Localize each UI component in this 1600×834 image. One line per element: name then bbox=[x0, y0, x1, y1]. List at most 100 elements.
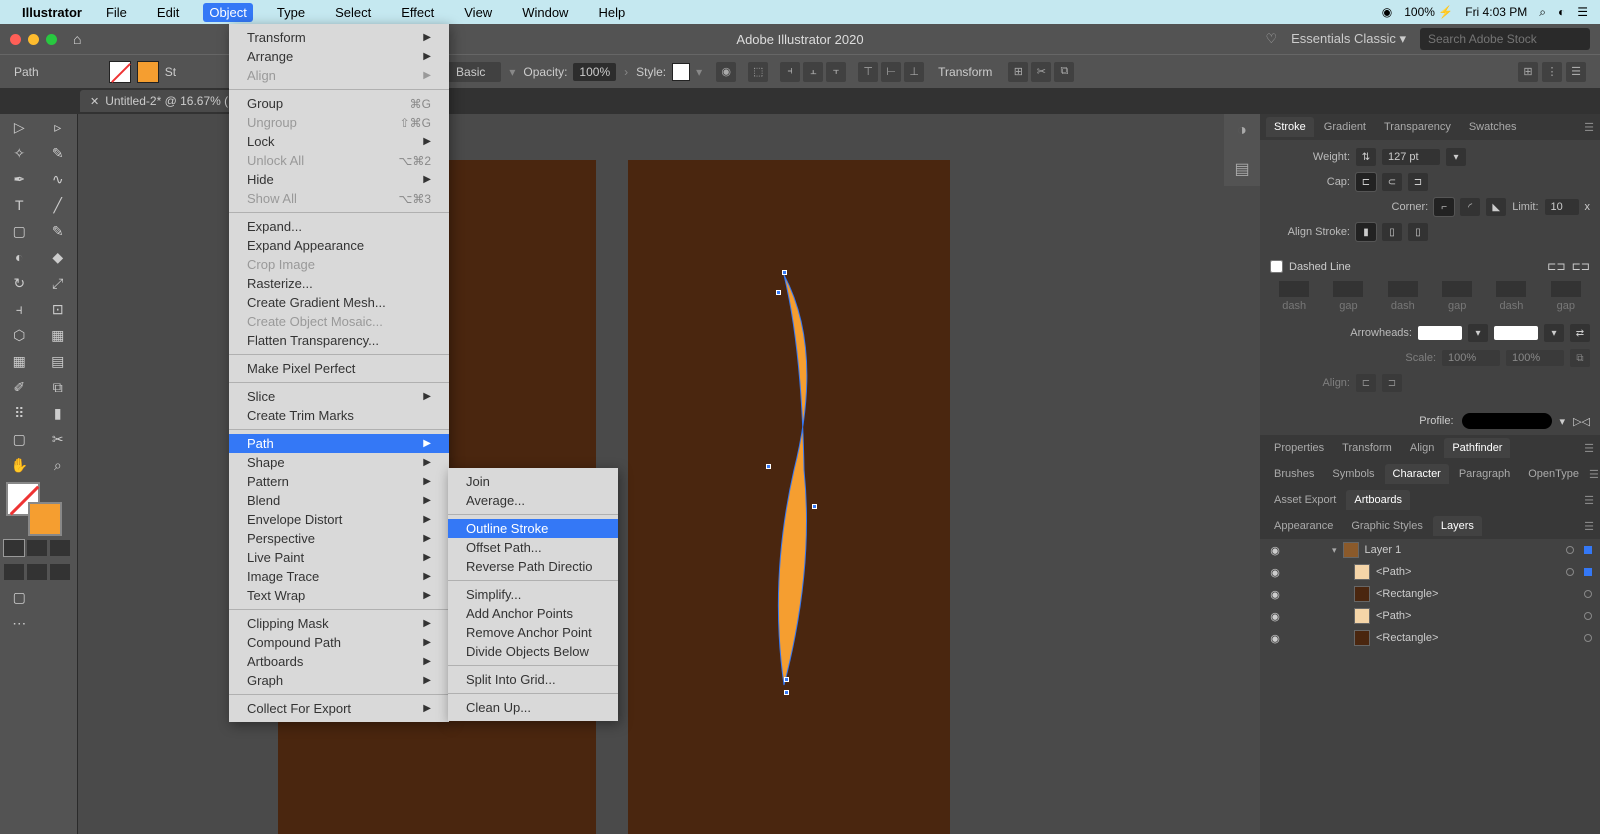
anchor-point[interactable] bbox=[784, 677, 789, 682]
target-icon[interactable] bbox=[1584, 634, 1592, 642]
submenu-item[interactable]: Offset Path... bbox=[448, 538, 618, 557]
gradient-mode[interactable] bbox=[27, 540, 47, 556]
blend-tool[interactable]: ⧉ bbox=[39, 374, 78, 400]
perspective-tool[interactable]: ▦ bbox=[39, 322, 78, 348]
menu-item[interactable]: Group⌘G bbox=[229, 94, 449, 113]
artboard-tool[interactable]: ▢ bbox=[0, 426, 39, 452]
menu-item[interactable]: Make Pixel Perfect bbox=[229, 359, 449, 378]
curvature-tool[interactable]: ∿ bbox=[39, 166, 78, 192]
tab-artboards[interactable]: Artboards bbox=[1346, 490, 1410, 510]
home-icon[interactable]: ⌂ bbox=[73, 31, 81, 47]
menu-item[interactable]: Create Trim Marks bbox=[229, 406, 449, 425]
color-panel-icon[interactable]: ◑ bbox=[1231, 120, 1253, 142]
tab-character[interactable]: Character bbox=[1385, 464, 1449, 484]
align-outside[interactable]: ▯ bbox=[1408, 223, 1428, 241]
submenu-item[interactable]: Reverse Path Directio bbox=[448, 557, 618, 576]
arrange-icon[interactable]: ⧉ bbox=[1054, 62, 1074, 82]
submenu-item[interactable]: Split Into Grid... bbox=[448, 670, 618, 689]
arrow-end[interactable] bbox=[1494, 326, 1538, 340]
valign-bot-icon[interactable]: ⊥ bbox=[904, 62, 924, 82]
close-button[interactable] bbox=[10, 34, 21, 45]
menu-object[interactable]: Object bbox=[203, 3, 253, 22]
expand-icon[interactable]: ▾ bbox=[1332, 545, 1337, 556]
maximize-button[interactable] bbox=[46, 34, 57, 45]
menu-item[interactable]: Graph▶ bbox=[229, 671, 449, 690]
visibility-icon[interactable]: ◉ bbox=[1268, 588, 1282, 601]
shape-builder-tool[interactable]: ⬡ bbox=[0, 322, 39, 348]
color-mode[interactable] bbox=[4, 540, 24, 556]
submenu-item[interactable]: Divide Objects Below bbox=[448, 642, 618, 661]
submenu-item[interactable]: Simplify... bbox=[448, 585, 618, 604]
weight-dropdown[interactable]: ▾ bbox=[1446, 148, 1466, 166]
submenu-item[interactable]: Average... bbox=[448, 491, 618, 510]
shaper-tool[interactable]: ◐ bbox=[0, 244, 39, 270]
dash-align2[interactable]: ⊏⊐ bbox=[1572, 260, 1590, 273]
dash-2[interactable] bbox=[1388, 281, 1418, 297]
magic-wand-tool[interactable]: ✧ bbox=[0, 140, 39, 166]
scale-link[interactable]: ⧉ bbox=[1570, 349, 1590, 367]
align-icon[interactable]: ⬚ bbox=[748, 62, 768, 82]
eyedropper-tool[interactable]: ✐ bbox=[0, 374, 39, 400]
type-tool[interactable]: T bbox=[0, 192, 39, 218]
menu-view[interactable]: View bbox=[458, 3, 498, 22]
visibility-icon[interactable]: ◉ bbox=[1268, 544, 1282, 557]
menu-item[interactable]: Create Gradient Mesh... bbox=[229, 293, 449, 312]
menu-item[interactable]: Rasterize... bbox=[229, 274, 449, 293]
menu-item[interactable]: Compound Path▶ bbox=[229, 633, 449, 652]
isolate-icon[interactable]: ⊞ bbox=[1008, 62, 1028, 82]
visibility-icon[interactable]: ◉ bbox=[1268, 566, 1282, 579]
pen-tool[interactable]: ✒ bbox=[0, 166, 39, 192]
control-center-icon[interactable]: ☰ bbox=[1577, 5, 1588, 19]
lasso-tool[interactable]: ✎ bbox=[39, 140, 78, 166]
menu-item[interactable]: Flatten Transparency... bbox=[229, 331, 449, 350]
halign-center-icon[interactable]: ⫠ bbox=[803, 62, 823, 82]
dashed-line-checkbox[interactable] bbox=[1270, 260, 1283, 273]
halign-right-icon[interactable]: ⫟ bbox=[826, 62, 846, 82]
fill-swatch[interactable] bbox=[109, 61, 131, 83]
selection-tool[interactable]: ▷ bbox=[0, 114, 39, 140]
list-icon[interactable]: ⋮ bbox=[1542, 62, 1562, 82]
arrow-align2[interactable]: ⊐ bbox=[1382, 374, 1402, 392]
menu-item[interactable]: Live Paint▶ bbox=[229, 548, 449, 567]
anchor-point[interactable] bbox=[812, 504, 817, 509]
swatches-panel-icon[interactable]: ▤ bbox=[1231, 158, 1253, 180]
grid-icon[interactable]: ⊞ bbox=[1518, 62, 1538, 82]
layer-name[interactable]: <Rectangle> bbox=[1376, 588, 1438, 600]
brush-basic[interactable]: Basic bbox=[440, 62, 501, 82]
layer-row[interactable]: ◉ <Path> bbox=[1260, 605, 1600, 627]
layer-row[interactable]: ◉ ▾ Layer 1 bbox=[1260, 539, 1600, 561]
tab-pathfinder[interactable]: Pathfinder bbox=[1444, 438, 1510, 458]
layer-row[interactable]: ◉ <Path> bbox=[1260, 561, 1600, 583]
graph-tool[interactable]: ▮ bbox=[39, 400, 78, 426]
tab-align[interactable]: Align bbox=[1402, 438, 1442, 458]
submenu-item[interactable]: Clean Up... bbox=[448, 698, 618, 717]
layer-name[interactable]: <Path> bbox=[1376, 610, 1411, 622]
fill-stroke-swatches[interactable] bbox=[0, 478, 77, 536]
profile-swatch[interactable] bbox=[1462, 413, 1552, 429]
opacity-value[interactable]: 100% bbox=[573, 63, 616, 81]
line-tool[interactable]: ╱ bbox=[39, 192, 78, 218]
gradient-tool[interactable]: ▤ bbox=[39, 348, 78, 374]
tab-layers[interactable]: Layers bbox=[1433, 516, 1482, 536]
hand-tool[interactable]: ✋ bbox=[0, 452, 39, 478]
menu-item[interactable]: Path▶ bbox=[229, 434, 449, 453]
none-mode[interactable] bbox=[50, 540, 70, 556]
menu-item[interactable]: Lock▶ bbox=[229, 132, 449, 151]
cap-butt[interactable]: ⊏ bbox=[1356, 173, 1376, 191]
layer-name[interactable]: <Path> bbox=[1376, 566, 1411, 578]
tab-symbols[interactable]: Symbols bbox=[1324, 464, 1382, 484]
menu-item[interactable]: Text Wrap▶ bbox=[229, 586, 449, 605]
menu-file[interactable]: File bbox=[100, 3, 133, 22]
arrow-start[interactable] bbox=[1418, 326, 1462, 340]
menu-item[interactable]: Arrange▶ bbox=[229, 47, 449, 66]
tab-appearance[interactable]: Appearance bbox=[1266, 516, 1341, 536]
stock-search-input[interactable] bbox=[1420, 28, 1590, 50]
visibility-icon[interactable]: ◉ bbox=[1268, 610, 1282, 623]
anchor-point[interactable] bbox=[766, 464, 771, 469]
menu-item[interactable]: Artboards▶ bbox=[229, 652, 449, 671]
gap-2[interactable] bbox=[1442, 281, 1472, 297]
dash-align1[interactable]: ⊏⊐ bbox=[1547, 260, 1565, 273]
tab-transform[interactable]: Transform bbox=[1334, 438, 1400, 458]
corner-miter[interactable]: ⌐ bbox=[1434, 198, 1454, 216]
arrow-align1[interactable]: ⊏ bbox=[1356, 374, 1376, 392]
